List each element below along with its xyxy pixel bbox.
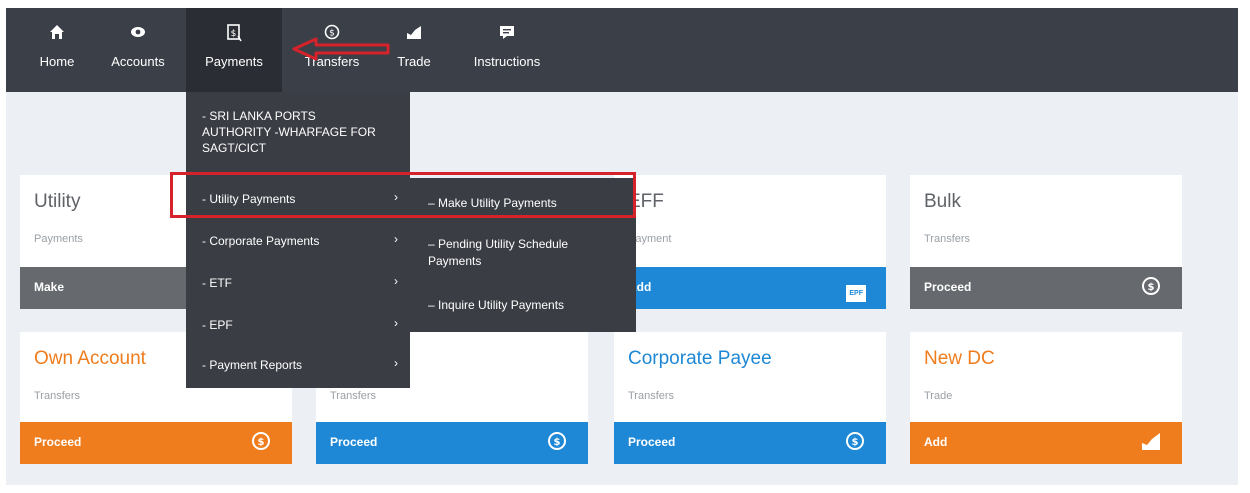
nav-instructions[interactable]: Instructions — [462, 8, 552, 92]
menu-item-reports-label: - Payment Reports — [202, 358, 303, 372]
card-own-account-subtitle: Transfers — [34, 390, 81, 402]
transfer-coin-icon: $ — [844, 430, 866, 459]
epf-badge-icon: EPF — [846, 278, 866, 302]
trade-icon — [390, 24, 438, 44]
nav-home-label: Home — [39, 54, 75, 69]
card-corporate-payee: Corporate Payee Transfers Proceed $ — [614, 332, 886, 464]
menu-item-slpa-wharfage[interactable]: - SRI LANKA PORTS AUTHORITY -WHARFAGE FO… — [186, 108, 410, 168]
menu-item-etf-label: - ETF — [202, 276, 232, 290]
new-dc-add-button[interactable]: Add — [910, 422, 1182, 464]
svg-text:$: $ — [1148, 282, 1155, 293]
new-dc-add-label: Add — [924, 435, 948, 449]
svg-text:$: $ — [258, 437, 265, 448]
nav-trade-label: Trade — [397, 54, 431, 69]
card-new-dc: New DC Trade Add — [910, 332, 1182, 464]
submenu-make-utility-payments[interactable]: – Make Utility Payments — [410, 192, 636, 214]
card-corporate-payee-subtitle: Transfers — [628, 390, 675, 402]
card-new-dc-title: New DC — [924, 348, 995, 369]
chevron-right-icon: › — [394, 232, 398, 246]
top-navigation: Home Accounts $ Payments $ Transfers Tra… — [6, 8, 1238, 92]
transfer-coin-icon: $ — [250, 430, 272, 459]
submenu-make-label: – Make Utility Payments — [428, 196, 557, 210]
nav-trade[interactable]: Trade — [390, 8, 438, 92]
corporate-payee-proceed-button[interactable]: Proceed $ — [614, 422, 886, 464]
svg-text:$: $ — [231, 29, 237, 39]
menu-item-epf[interactable]: - EPF › — [186, 314, 410, 340]
menu-item-utility-payments[interactable]: - Utility Payments › — [186, 188, 410, 214]
nav-accounts-label: Accounts — [111, 54, 165, 69]
menu-item-slpa-label: - SRI LANKA PORTS AUTHORITY -WHARFAGE FO… — [202, 109, 376, 155]
submenu-inquire-label: – Inquire Utility Payments — [428, 298, 565, 312]
nav-home[interactable]: Home — [32, 8, 82, 92]
own-account-proceed-label: Proceed — [34, 435, 82, 449]
card-etf: EFF Payment Add EPF — [614, 175, 886, 309]
card-bulk: Bulk Transfers Proceed $ — [910, 175, 1182, 309]
menu-item-utility-label: - Utility Payments — [202, 192, 296, 206]
card-new-dc-subtitle: Trade — [924, 390, 953, 402]
bulk-proceed-button[interactable]: Proceed $ — [910, 267, 1182, 309]
chevron-right-icon: › — [394, 316, 398, 330]
card-bulk-subtitle: Transfers — [924, 233, 971, 245]
instructions-icon — [462, 24, 552, 44]
menu-item-payment-reports[interactable]: - Payment Reports › — [186, 354, 410, 380]
menu-item-corporate-payments[interactable]: - Corporate Payments › — [186, 230, 410, 256]
nav-payments-label: Payments — [205, 54, 263, 69]
card-second-subtitle: Transfers — [330, 390, 377, 402]
own-account-proceed-button[interactable]: Proceed $ — [20, 422, 292, 464]
card-utility-title: Utility — [34, 191, 81, 212]
card-bulk-title: Bulk — [924, 191, 961, 212]
payments-dropdown-menu: - SRI LANKA PORTS AUTHORITY -WHARFAGE FO… — [186, 92, 410, 388]
chevron-right-icon: › — [394, 274, 398, 288]
card-utility-subtitle: Payments — [34, 233, 83, 245]
trade-chart-icon — [1140, 430, 1162, 459]
svg-text:$: $ — [852, 437, 859, 448]
submenu-pending-label: – Pending Utility Schedule Payments — [428, 237, 569, 268]
transfers-icon: $ — [290, 24, 374, 44]
nav-accounts[interactable]: Accounts — [98, 8, 178, 92]
nav-transfers-label: Transfers — [304, 54, 360, 69]
home-icon — [32, 24, 82, 44]
chevron-right-icon: › — [394, 356, 398, 370]
submenu-inquire-utility-payments[interactable]: – Inquire Utility Payments — [410, 294, 636, 316]
nav-transfers[interactable]: $ Transfers — [290, 8, 374, 92]
app-frame: Home Accounts $ Payments $ Transfers Tra… — [6, 8, 1238, 485]
bulk-proceed-label: Proceed — [924, 280, 972, 294]
card-corporate-payee-title: Corporate Payee — [628, 348, 772, 369]
svg-text:$: $ — [554, 437, 561, 448]
menu-item-etf[interactable]: - ETF › — [186, 272, 410, 298]
second-proceed-label: Proceed — [330, 435, 378, 449]
card-own-account-title: Own Account — [34, 348, 146, 369]
menu-item-epf-label: - EPF — [202, 318, 233, 332]
nav-instructions-label: Instructions — [473, 54, 541, 69]
nav-payments[interactable]: $ Payments — [186, 8, 282, 92]
menu-item-corporate-label: - Corporate Payments — [202, 234, 320, 248]
payments-icon: $ — [186, 24, 282, 44]
accounts-icon — [98, 24, 178, 44]
second-proceed-button[interactable]: Proceed $ — [316, 422, 588, 464]
utility-payments-submenu: – Make Utility Payments – Pending Utilit… — [410, 178, 636, 332]
corporate-payee-proceed-label: Proceed — [628, 435, 676, 449]
chevron-right-icon: › — [394, 190, 398, 204]
utility-make-label: Make — [34, 280, 65, 294]
transfer-coin-icon: $ — [1140, 275, 1162, 304]
transfer-coin-icon: $ — [546, 430, 568, 459]
submenu-pending-utility-schedule[interactable]: – Pending Utility Schedule Payments — [410, 234, 636, 274]
etf-add-button[interactable]: Add EPF — [614, 267, 886, 309]
svg-text:$: $ — [329, 29, 335, 39]
